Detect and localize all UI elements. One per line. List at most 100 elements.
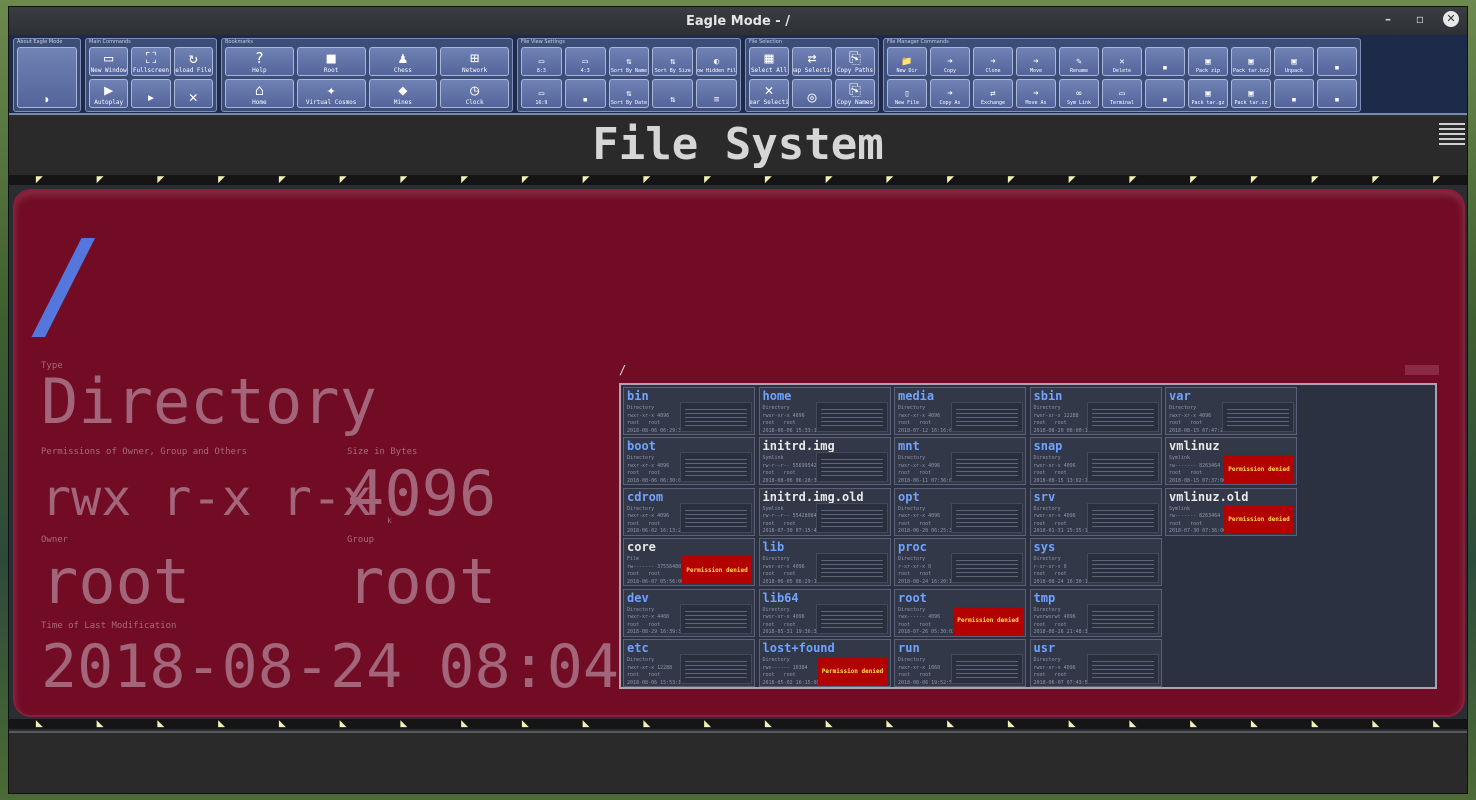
menu-icon[interactable] xyxy=(1439,123,1465,148)
minimize-button[interactable]: – xyxy=(1379,12,1397,26)
button-5-button[interactable]: ✕ xyxy=(173,79,213,108)
file-tile-proc[interactable]: proc Directory r-xr-xr-x 0 root root 2018… xyxy=(894,538,1026,587)
directory-panel[interactable]: / Type Directory Permissions of Owner, G… xyxy=(13,189,1465,717)
button-label: Copy As xyxy=(939,100,961,106)
virtual-cosmos-button[interactable]: ✦ Virtual Cosmos xyxy=(296,79,366,108)
file-tile-usr[interactable]: usr Directory rwxr-xr-x 4096 root root 20… xyxy=(1029,639,1162,687)
file-tile-initrd-img-old[interactable]: initrd.img.old Symlink rw-r--r-- 55428084… xyxy=(758,487,891,536)
copy-button[interactable]: ➜ Copy xyxy=(930,47,970,76)
file-tile-cdrom[interactable]: cdrom Directory rwxr-xr-x 4096 root root … xyxy=(623,487,755,536)
file-tile-mnt[interactable]: mnt Directory rwxr-xr-x 4096 root root 20… xyxy=(894,437,1026,486)
show-hidden-files-button[interactable]: ◐Show Hidden Files xyxy=(696,47,737,76)
copy-as-button[interactable]: ➜ Copy As xyxy=(930,79,970,108)
file-tile-home[interactable]: home Directory rwxr-xr-x 4096 root root 2… xyxy=(758,387,891,435)
button-10-button[interactable]: ▪ xyxy=(1317,47,1357,76)
button-6-button[interactable]: ▪ xyxy=(564,79,606,108)
title-bar[interactable]: Eagle Mode - / – ▫ ✕ xyxy=(9,7,1467,35)
close-button[interactable]: ✕ xyxy=(1443,11,1459,27)
file-tile-run[interactable]: run Directory rwxr-xr-x 1060 root root 20… xyxy=(894,639,1026,687)
modified-time-label: Time of Last Modification xyxy=(41,621,177,631)
file-tile-initrd-img[interactable]: initrd.img Symlink rw-r--r-- 55699542 roo… xyxy=(758,437,891,486)
file-tile-vmlinuz-old[interactable]: vmlinuz.old Symlink rw------- 8263464 roo… xyxy=(1165,487,1297,536)
exchange-button[interactable]: ⇄ Exchange xyxy=(973,79,1013,108)
file-tile-lost-found[interactable]: lost+found Directory rwx------ 16384 root… xyxy=(758,639,891,687)
sym-link-button[interactable]: ∞ Sym Link xyxy=(1059,79,1099,108)
sort-by-size-button[interactable]: ⇅ Sort By Size xyxy=(652,47,694,76)
about-button[interactable]: ◗ xyxy=(17,47,77,108)
toolbar-group-0: About Eagle Mode ◗ xyxy=(13,38,81,112)
chess-button[interactable]: ♟ Chess xyxy=(368,47,438,76)
move-button[interactable]: ➜ Move xyxy=(1016,47,1056,76)
swap-selection-button[interactable]: ⇄Swap Selection xyxy=(792,47,832,76)
button-9-button[interactable]: ≡ xyxy=(696,79,737,108)
new-window-icon: ▭ xyxy=(104,49,114,67)
rename-button[interactable]: ✎ Rename xyxy=(1059,47,1099,76)
mines-button[interactable]: ◆ Mines xyxy=(368,79,438,108)
new-dir-icon: 📁 xyxy=(901,57,913,67)
arrow-marker-icon: ◤ xyxy=(643,175,651,185)
button-21-button[interactable]: ▪ xyxy=(1317,79,1357,108)
button-20-button[interactable]: ▪ xyxy=(1274,79,1314,108)
sort-by-name-button[interactable]: ⇅ Sort By Name xyxy=(608,47,650,76)
file-tile-lib[interactable]: lib Directory rwxr-xr-x 4096 root root 20… xyxy=(758,538,891,587)
terminal-button[interactable]: ▭ Terminal xyxy=(1102,79,1142,108)
sort-by-date-button[interactable]: ⇅ Sort By Date xyxy=(608,79,650,108)
new-file-button[interactable]: ▯ New File xyxy=(887,79,927,108)
button-label: Move As xyxy=(1025,100,1047,106)
pack-zip-button[interactable]: ▣ Pack zip xyxy=(1188,47,1228,76)
delete-button[interactable]: ✕ Delete xyxy=(1102,47,1142,76)
maximize-button[interactable]: ▫ xyxy=(1411,12,1429,26)
copy-names-button[interactable]: ⎘ Copy Names xyxy=(835,79,875,108)
file-tile-media[interactable]: media Directory rwxr-xr-x 4096 root root … xyxy=(894,387,1026,435)
clock-button[interactable]: ◷ Clock xyxy=(440,79,509,108)
file-tile-lib64[interactable]: lib64 Directory rwxr-xr-x 4096 root root … xyxy=(758,588,891,637)
new-dir-button[interactable]: 📁 New Dir xyxy=(887,47,927,76)
autoplay-button[interactable]: ▶ Autoplay xyxy=(89,79,129,108)
file-tile-sbin[interactable]: sbin Directory rwxr-xr-x 12288 root root … xyxy=(1029,387,1162,435)
file-tile-tmp[interactable]: tmp Directory rwxrwxrwt 4096 root root 20… xyxy=(1029,588,1162,637)
file-tile-sys[interactable]: sys Directory r-xr-xr-x 0 root root 2018-… xyxy=(1029,538,1162,587)
home-button[interactable]: ⌂ Home xyxy=(225,79,294,108)
pack-tar-xz-button[interactable]: ▣ Pack tar.xz xyxy=(1231,79,1271,108)
8-3-button[interactable]: ▭ 8:3 xyxy=(521,47,562,76)
file-tile-core[interactable]: core File rw------- 37556480 root root 20… xyxy=(623,538,755,587)
file-tile-opt[interactable]: opt Directory rwxr-xr-x 4096 root root 20… xyxy=(894,487,1026,536)
arrow-marker-icon: ◣ xyxy=(278,719,286,729)
button-17-button[interactable]: ▪ xyxy=(1145,79,1185,108)
button-4-button[interactable]: ▸ xyxy=(131,79,171,108)
clone-button[interactable]: ➜ Clone xyxy=(973,47,1013,76)
copy-paths-button[interactable]: ⎘ Copy Paths xyxy=(835,47,875,76)
file-tile-var[interactable]: var Directory rwxr-xr-x 4096 root root 20… xyxy=(1165,387,1297,435)
new-window-button[interactable]: ▭ New Window xyxy=(89,47,129,76)
content-preview xyxy=(951,502,1023,533)
directory-listing[interactable]: bin Directory rwxr-xr-x 4096 root root 20… xyxy=(619,383,1437,689)
arrow-marker-icon: ◣ xyxy=(1311,719,1319,729)
clear-selection-button[interactable]: ✕Clear Selection xyxy=(749,79,789,108)
reload-files-button[interactable]: ↻ Reload Files xyxy=(173,47,213,76)
file-tile-srv[interactable]: srv Directory rwxr-xr-x 4096 root root 20… xyxy=(1029,487,1162,536)
help-button[interactable]: ? Help xyxy=(225,47,294,76)
4-3-button[interactable]: ▭ 4:3 xyxy=(564,47,606,76)
listing-tab[interactable] xyxy=(1405,365,1439,375)
file-tile-etc[interactable]: etc Directory rwxr-xr-x 12288 root root 2… xyxy=(623,639,755,687)
button-8-button[interactable]: ⇅ xyxy=(652,79,694,108)
button-6-button[interactable]: ▪ xyxy=(1145,47,1185,76)
file-tile-boot[interactable]: boot Directory rwxr-xr-x 4096 root root 2… xyxy=(623,437,755,486)
file-tile-dev[interactable]: dev Directory rwxr-xr-x 4400 root root 20… xyxy=(623,588,755,637)
select-all-button[interactable]: ▦ Select All xyxy=(749,47,789,76)
button-4-button[interactable]: ◎ xyxy=(792,79,832,108)
file-tile-bin[interactable]: bin Directory rwxr-xr-x 4096 root root 20… xyxy=(623,387,755,435)
pack-tar-bz2-button[interactable]: ▣ Pack tar.bz2 xyxy=(1231,47,1271,76)
pack-tar-gz-button[interactable]: ▣ Pack tar.gz xyxy=(1188,79,1228,108)
move-as-button[interactable]: ➜ Move As xyxy=(1016,79,1056,108)
file-tile-snap[interactable]: snap Directory rwxr-xr-x 4096 root root 2… xyxy=(1029,437,1162,486)
file-tile-vmlinuz[interactable]: vmlinuz Symlink rw------- 8263464 root ro… xyxy=(1165,437,1297,486)
file-name: run xyxy=(898,641,920,655)
fullscreen-button[interactable]: ⛶ Fullscreen xyxy=(131,47,171,76)
file-tile-root[interactable]: root Directory rwx------ 4096 root root 2… xyxy=(894,588,1026,637)
16-9-button[interactable]: ▭ 16:9 xyxy=(521,79,562,108)
root-button[interactable]: ■ Root xyxy=(296,47,366,76)
unpack-button[interactable]: ▣ Unpack xyxy=(1274,47,1314,76)
network-button[interactable]: ⊞ Network xyxy=(440,47,509,76)
directory-name: / xyxy=(43,216,87,355)
